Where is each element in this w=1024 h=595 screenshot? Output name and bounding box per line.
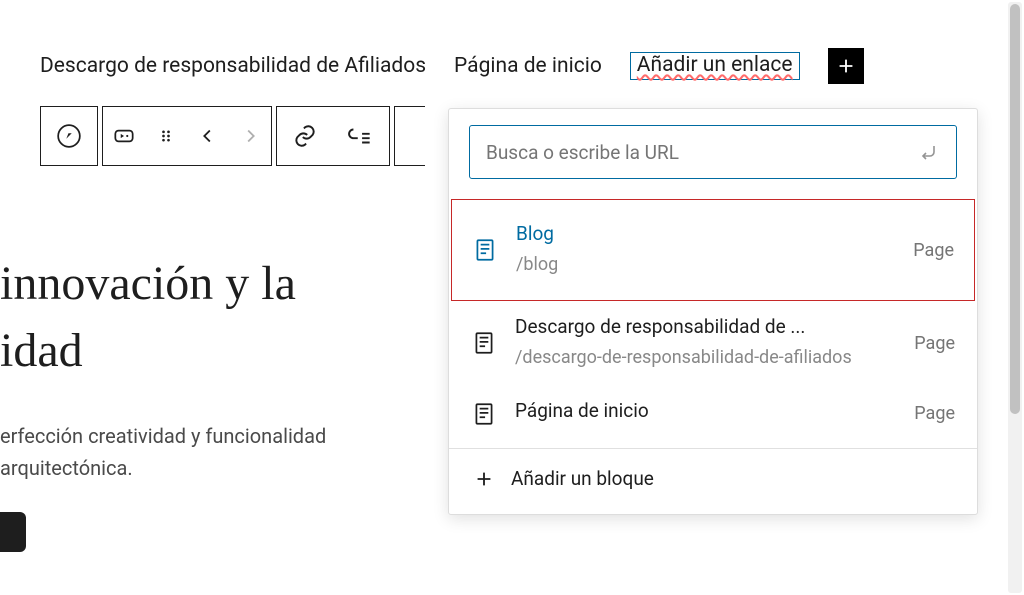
nav-item-disclaimer[interactable]: Descargo de responsabilidad de Afiliados bbox=[40, 54, 426, 78]
result-title: Página de inicio bbox=[515, 399, 896, 422]
scrollbar-thumb[interactable] bbox=[1010, 4, 1020, 414]
link-result-home[interactable]: Página de inicio Page bbox=[449, 385, 977, 442]
result-body: Página de inicio bbox=[515, 399, 896, 428]
result-type: Page bbox=[914, 403, 955, 424]
nav-item-home[interactable]: Página de inicio bbox=[454, 54, 602, 78]
compass-icon bbox=[56, 123, 82, 149]
vertical-scrollbar[interactable] bbox=[1008, 2, 1022, 593]
link-inserter-panel: Busca o escribe la URL Blog /blog Page D… bbox=[448, 108, 978, 515]
result-path: /blog bbox=[516, 251, 895, 278]
chevron-right-icon bbox=[239, 125, 261, 147]
toolbar-drag-button[interactable] bbox=[145, 106, 187, 166]
result-title: Blog bbox=[516, 222, 895, 245]
plus-icon bbox=[835, 55, 857, 77]
page-content-preview: innovación y la idad erfección creativid… bbox=[0, 250, 440, 552]
submenu-icon bbox=[348, 123, 374, 149]
drag-handle-icon bbox=[156, 126, 176, 146]
toolbar-group-1 bbox=[40, 106, 98, 166]
top-nav-bar: Descargo de responsabilidad de Afiliados… bbox=[0, 0, 1024, 102]
heading-line2: idad bbox=[0, 324, 83, 377]
result-path: /descargo-de-responsabilidad-de-afiliado… bbox=[515, 344, 896, 371]
result-title: Descargo de responsabilidad de ... bbox=[515, 315, 896, 338]
nav-item-add-link[interactable]: Añadir un enlace bbox=[630, 52, 800, 80]
toolbar-group-3 bbox=[276, 106, 390, 166]
add-block-label: Añadir un bloque bbox=[511, 467, 654, 490]
plus-icon bbox=[473, 468, 495, 490]
add-block-button[interactable]: Añadir un bloque bbox=[449, 449, 977, 508]
add-nav-item-button[interactable] bbox=[828, 48, 864, 84]
toolbar-prev-button[interactable] bbox=[187, 106, 229, 166]
toolbar-submenu-button[interactable] bbox=[333, 106, 389, 166]
page-icon bbox=[471, 401, 497, 427]
url-search-placeholder: Busca o escribe la URL bbox=[486, 141, 916, 164]
link-result-disclaimer[interactable]: Descargo de responsabilidad de ... /desc… bbox=[449, 301, 977, 385]
toolbar-link-button[interactable] bbox=[277, 106, 333, 166]
page-icon bbox=[472, 237, 498, 263]
result-body: Descargo de responsabilidad de ... /desc… bbox=[515, 315, 896, 371]
toolbar-navigation-block-button[interactable] bbox=[103, 106, 145, 166]
result-type: Page bbox=[914, 333, 955, 354]
result-body: Blog /blog bbox=[516, 222, 895, 278]
para-line1: erfección creatividad y funcionalidad bbox=[0, 424, 326, 448]
heading-line1: innovación y la bbox=[0, 257, 296, 310]
page-heading: innovación y la idad bbox=[0, 250, 440, 384]
enter-icon bbox=[916, 140, 940, 164]
link-icon bbox=[292, 123, 318, 149]
para-line2: arquitectónica. bbox=[0, 456, 133, 480]
toolbar-compass-button[interactable] bbox=[41, 106, 97, 166]
chevron-left-icon bbox=[197, 125, 219, 147]
toolbar-next-button bbox=[229, 106, 271, 166]
link-result-blog[interactable]: Blog /blog Page bbox=[451, 199, 975, 301]
content-block-fragment bbox=[0, 512, 26, 552]
page-paragraph: erfección creatividad y funcionalidad ar… bbox=[0, 420, 440, 484]
toolbar-more-button[interactable] bbox=[395, 106, 425, 166]
result-type: Page bbox=[913, 240, 954, 261]
page-icon bbox=[471, 330, 497, 356]
navigation-block-icon bbox=[111, 123, 137, 149]
url-search-box[interactable]: Busca o escribe la URL bbox=[469, 125, 957, 179]
toolbar-group-4 bbox=[394, 106, 425, 166]
toolbar-group-2 bbox=[102, 106, 272, 166]
